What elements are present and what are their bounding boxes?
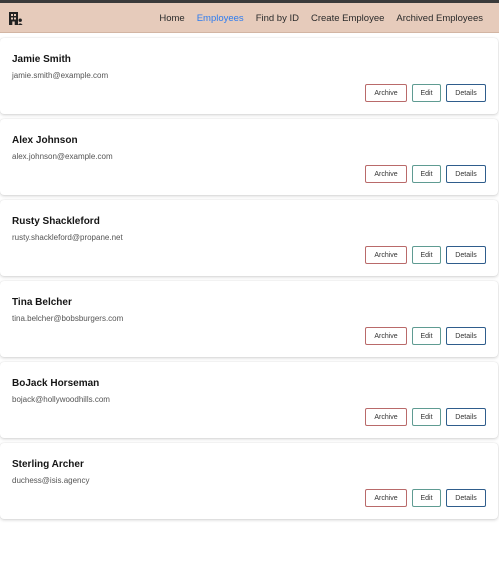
nav-links: Home Employees Find by ID Create Employe… [159,3,483,33]
edit-button[interactable]: Edit [412,327,441,345]
employee-email: tina.belcher@bobsburgers.com [12,314,124,323]
employee-name: BoJack Horseman [12,378,100,389]
details-button[interactable]: Details [446,408,486,426]
archive-button[interactable]: Archive [365,408,407,426]
details-button[interactable]: Details [446,246,486,264]
archive-button[interactable]: Archive [365,246,407,264]
edit-button[interactable]: Edit [412,165,441,183]
employee-email: duchess@isis.agency [12,476,90,485]
employee-name: Jamie Smith [12,54,71,65]
employee-card: Jamie Smith jamie.smith@example.com Arch… [0,38,498,114]
navbar: Home Employees Find by ID Create Employe… [0,3,499,33]
employee-email: bojack@hollywoodhills.com [12,395,110,404]
archive-button[interactable]: Archive [365,327,407,345]
employee-name: Sterling Archer [12,459,84,470]
card-actions: Archive Edit Details [365,84,486,102]
nav-link-employees[interactable]: Employees [197,13,244,24]
building-icon[interactable] [8,11,24,26]
nav-link-home[interactable]: Home [159,13,184,24]
card-actions: Archive Edit Details [365,408,486,426]
employee-card: Tina Belcher tina.belcher@bobsburgers.co… [0,281,498,357]
employee-card: Alex Johnson alex.johnson@example.com Ar… [0,119,498,195]
nav-link-archived-employees[interactable]: Archived Employees [396,13,483,24]
details-button[interactable]: Details [446,489,486,507]
edit-button[interactable]: Edit [412,246,441,264]
employee-email: jamie.smith@example.com [12,71,109,80]
details-button[interactable]: Details [446,327,486,345]
nav-link-create-employee[interactable]: Create Employee [311,13,384,24]
details-button[interactable]: Details [446,165,486,183]
employee-name: Tina Belcher [12,297,72,308]
archive-button[interactable]: Archive [365,489,407,507]
card-actions: Archive Edit Details [365,246,486,264]
card-actions: Archive Edit Details [365,165,486,183]
employee-card: Sterling Archer duchess@isis.agency Arch… [0,443,498,519]
employee-name: Rusty Shackleford [12,216,100,227]
employee-card: BoJack Horseman bojack@hollywoodhills.co… [0,362,498,438]
employee-email: alex.johnson@example.com [12,152,113,161]
archive-button[interactable]: Archive [365,84,407,102]
details-button[interactable]: Details [446,84,486,102]
nav-link-find-by-id[interactable]: Find by ID [256,13,299,24]
edit-button[interactable]: Edit [412,408,441,426]
edit-button[interactable]: Edit [412,84,441,102]
employee-email: rusty.shackleford@propane.net [12,233,123,242]
archive-button[interactable]: Archive [365,165,407,183]
card-actions: Archive Edit Details [365,489,486,507]
employee-name: Alex Johnson [12,135,78,146]
employee-card: Rusty Shackleford rusty.shackleford@prop… [0,200,498,276]
edit-button[interactable]: Edit [412,489,441,507]
card-actions: Archive Edit Details [365,327,486,345]
